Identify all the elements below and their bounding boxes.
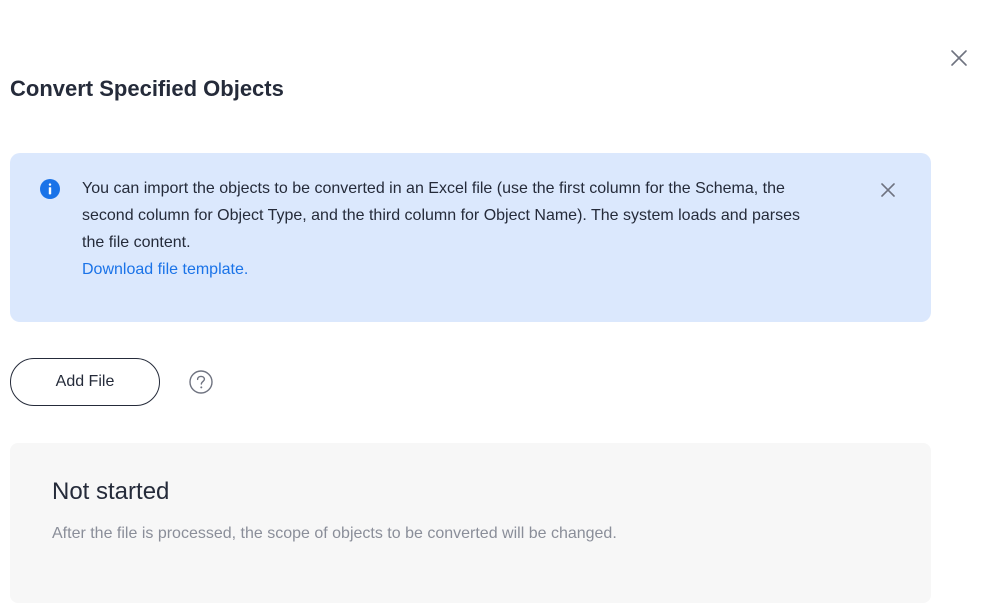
status-title: Not started xyxy=(52,478,170,505)
alert-message-block: You can import the objects to be convert… xyxy=(82,175,802,283)
close-icon xyxy=(881,183,895,197)
help-icon[interactable] xyxy=(188,369,214,395)
status-panel: Not started After the file is processed,… xyxy=(10,443,931,603)
info-icon xyxy=(40,179,60,199)
alert-close-button[interactable] xyxy=(876,178,900,202)
add-file-button[interactable]: Add File xyxy=(10,358,160,406)
info-alert: You can import the objects to be convert… xyxy=(10,153,931,322)
dialog-close-button[interactable] xyxy=(946,45,972,71)
status-description: After the file is processed, the scope o… xyxy=(52,525,617,542)
dialog-title: Convert Specified Objects xyxy=(10,76,284,101)
download-template-link[interactable]: Download file template. xyxy=(82,256,802,283)
close-icon xyxy=(951,50,967,66)
alert-message: You can import the objects to be convert… xyxy=(82,180,800,251)
